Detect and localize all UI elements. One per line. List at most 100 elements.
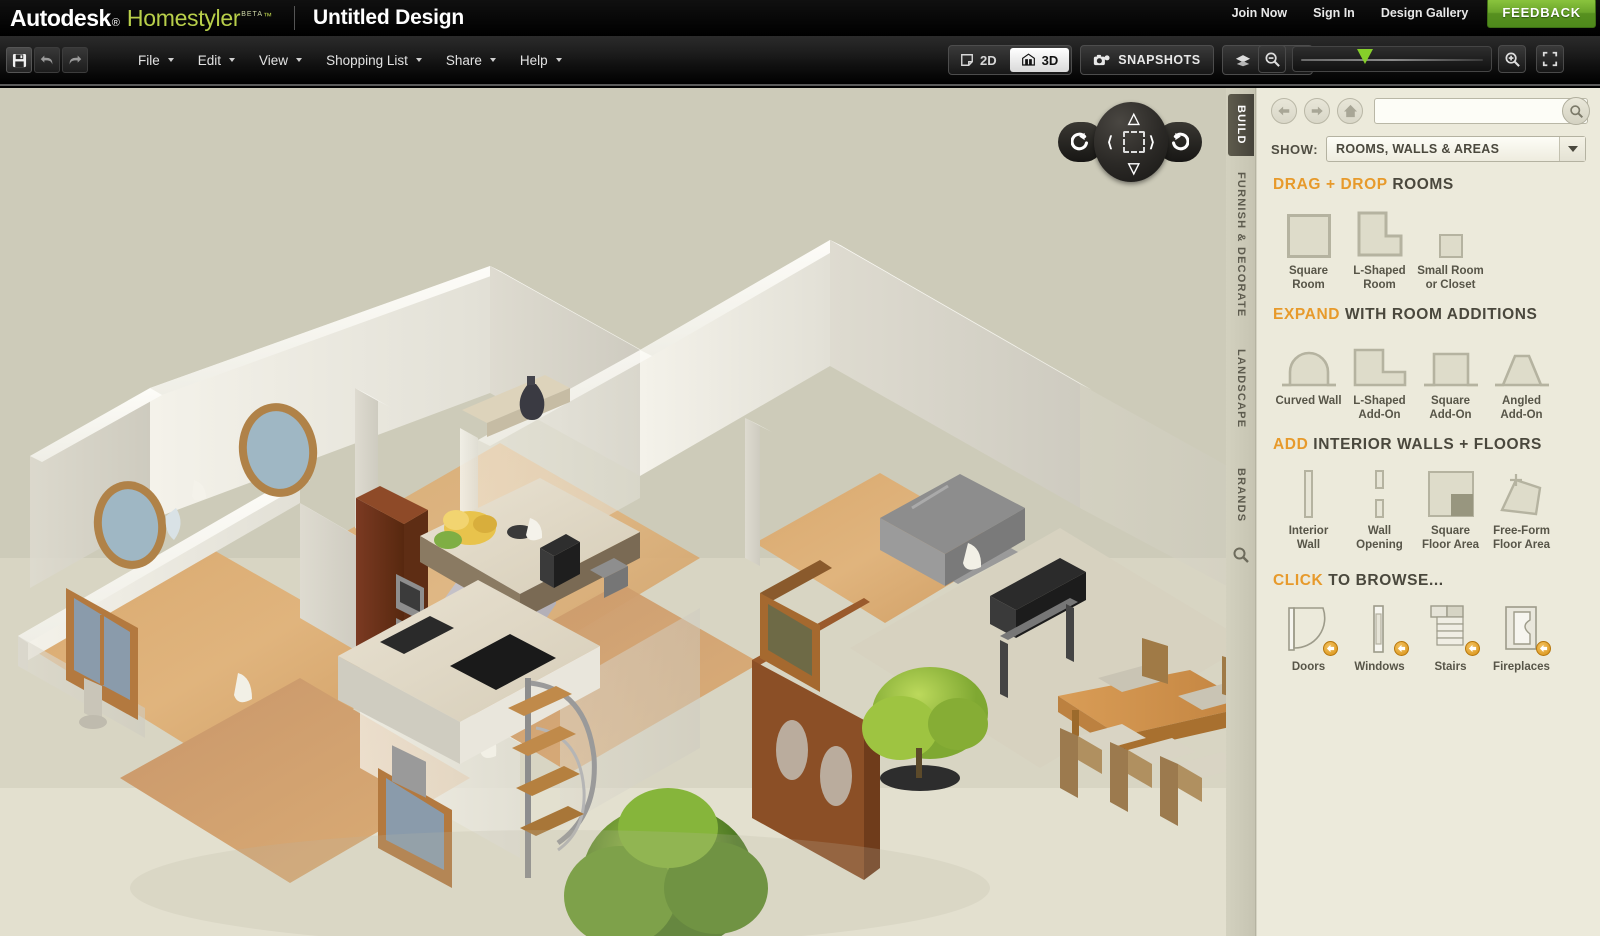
title-bar: Autodesk ® Homestyler BETA ™ Untitled Desig… xyxy=(0,0,1600,36)
orbit-left-button[interactable]: ⟨ xyxy=(1107,135,1113,150)
title-divider xyxy=(293,6,295,30)
item-fireplaces[interactable]: Fireplaces xyxy=(1486,600,1557,674)
orbit-pad[interactable]: △ ▽ ⟨ ⟩ xyxy=(1094,102,1168,182)
panel-back-button[interactable] xyxy=(1271,98,1297,124)
sign-in-link[interactable]: Sign In xyxy=(1300,6,1368,20)
brand-trademark-mark: ™ xyxy=(262,10,272,21)
orbit-up-button[interactable]: △ xyxy=(1128,111,1140,126)
zoom-out-icon xyxy=(1265,52,1280,67)
panel-home-button[interactable] xyxy=(1337,98,1363,124)
item-square-addon[interactable]: Square Add-On xyxy=(1415,334,1486,422)
rotate-left-icon xyxy=(1071,132,1088,151)
item-doors[interactable]: Doors xyxy=(1273,600,1344,674)
item-label: Fireplaces xyxy=(1493,661,1550,673)
search-submit-button[interactable] xyxy=(1562,97,1590,125)
undo-button[interactable] xyxy=(34,47,60,73)
menu-share[interactable]: Share xyxy=(434,49,508,72)
join-now-link[interactable]: Join Now xyxy=(1219,6,1301,20)
chevron-down-icon xyxy=(167,58,174,62)
view-3d-icon xyxy=(1021,53,1035,66)
menu-share-label: Share xyxy=(445,52,482,68)
door-icon xyxy=(1273,600,1344,656)
item-square-room[interactable]: Square Room xyxy=(1273,204,1344,292)
design-viewport-3d[interactable]: △ ▽ ⟨ ⟩ xyxy=(0,88,1226,936)
item-square-floor-area[interactable]: Square Floor Area xyxy=(1415,464,1486,552)
menu-shopping-list[interactable]: Shopping List xyxy=(314,49,434,72)
item-l-shaped-room[interactable]: L-Shaped Room xyxy=(1344,204,1415,292)
view-mode-2d-label: 2D xyxy=(980,52,997,68)
square-addon-icon xyxy=(1415,334,1486,388)
section-drag-drop-rooms: DRAG + DROP ROOMS Square Room L-Shaped R… xyxy=(1257,162,1600,292)
tab-brands[interactable]: BRANDS xyxy=(1228,454,1254,536)
section-title-highlight: EXPAND xyxy=(1273,306,1341,323)
tab-build[interactable]: BUILD xyxy=(1228,94,1254,156)
orbit-right-button[interactable]: ⟩ xyxy=(1149,135,1155,150)
item-free-form-floor-area[interactable]: Free-Form Floor Area xyxy=(1486,464,1557,552)
brand-registered-mark: ® xyxy=(111,16,120,29)
zoom-out-button[interactable] xyxy=(1258,45,1286,73)
snapshots-label: SNAPSHOTS xyxy=(1118,53,1201,67)
item-curved-wall[interactable]: Curved Wall xyxy=(1273,334,1344,422)
menu-help[interactable]: Help xyxy=(508,49,574,72)
redo-icon xyxy=(69,55,82,65)
menu-view[interactable]: View xyxy=(247,49,314,72)
section-title: DRAG + DROP ROOMS xyxy=(1273,176,1586,194)
brand-homestyler: Homestyler xyxy=(126,4,241,31)
chevron-down-icon[interactable] xyxy=(1559,137,1585,161)
save-button[interactable] xyxy=(6,47,32,73)
snapshots-button[interactable]: SNAPSHOTS xyxy=(1080,45,1214,75)
item-small-room-or-closet[interactable]: Small Room or Closet xyxy=(1415,204,1486,292)
section-items: Square Room L-Shaped Room Small Room or … xyxy=(1273,204,1586,292)
item-label: Square Floor Area xyxy=(1421,525,1480,551)
chevron-down-icon xyxy=(489,58,496,62)
redo-button[interactable] xyxy=(62,47,88,73)
item-stairs[interactable]: Stairs xyxy=(1415,600,1486,674)
zoom-in-button[interactable] xyxy=(1498,45,1526,73)
tab-furnish-decorate[interactable]: FURNISH & DECORATE xyxy=(1228,166,1254,324)
view-mode-3d[interactable]: 3D xyxy=(1009,48,1070,72)
item-l-shaped-addon[interactable]: L-Shaped Add-On xyxy=(1344,334,1415,422)
item-label: Curved Wall xyxy=(1275,395,1342,407)
layers-icon xyxy=(1235,54,1250,66)
pan-icon[interactable] xyxy=(1123,131,1145,153)
undo-icon xyxy=(40,55,53,65)
menu-file-label: File xyxy=(138,52,160,68)
menu-edit[interactable]: Edit xyxy=(186,49,247,72)
show-filter-dropdown[interactable]: ROOMS, WALLS & AREAS xyxy=(1326,136,1586,162)
show-filter-value: ROOMS, WALLS & AREAS xyxy=(1336,142,1500,156)
chevron-down-icon xyxy=(415,58,422,62)
document-title[interactable]: Untitled Design xyxy=(313,6,464,30)
search-input[interactable] xyxy=(1374,98,1588,124)
save-icon xyxy=(12,53,26,67)
section-title-highlight: DRAG + DROP xyxy=(1273,176,1388,193)
feedback-button[interactable]: FEEDBACK xyxy=(1487,0,1596,28)
section-items: Doors Windows Stairs Fireplaces xyxy=(1273,600,1586,674)
fullscreen-button[interactable] xyxy=(1536,45,1564,73)
panel-forward-button[interactable] xyxy=(1304,98,1330,124)
panel-search xyxy=(1374,97,1590,125)
show-filter-row: SHOW: ROOMS, WALLS & AREAS xyxy=(1257,124,1600,162)
item-wall-opening[interactable]: Wall Opening xyxy=(1344,464,1415,552)
small-room-icon xyxy=(1415,204,1486,258)
item-windows[interactable]: Windows xyxy=(1344,600,1415,674)
angled-addon-icon xyxy=(1486,334,1557,388)
tab-landscape[interactable]: LANDSCAPE xyxy=(1228,334,1254,444)
orbit-down-button[interactable]: ▽ xyxy=(1128,161,1140,176)
zoom-slider-track-line xyxy=(1301,59,1483,61)
window-icon xyxy=(1344,600,1415,656)
section-click-to-browse: CLICK TO BROWSE... Doors Windows Stairs … xyxy=(1257,552,1600,674)
zoom-slider-handle[interactable] xyxy=(1357,49,1374,64)
item-interior-wall[interactable]: Interior Wall xyxy=(1273,464,1344,552)
zoom-slider[interactable] xyxy=(1292,46,1492,72)
chevron-down-icon xyxy=(296,58,303,62)
item-label: Square Room xyxy=(1289,265,1328,291)
view-mode-2d[interactable]: 2D xyxy=(949,46,1008,74)
menu-file[interactable]: File xyxy=(126,49,186,72)
square-room-icon xyxy=(1273,204,1344,258)
design-gallery-link[interactable]: Design Gallery xyxy=(1368,6,1482,20)
item-angled-addon[interactable]: Angled Add-On xyxy=(1486,334,1557,422)
menu-view-label: View xyxy=(259,52,289,68)
chevron-down-icon xyxy=(555,58,562,62)
tab-search-button[interactable] xyxy=(1232,546,1250,569)
l-shaped-room-icon xyxy=(1344,204,1415,258)
